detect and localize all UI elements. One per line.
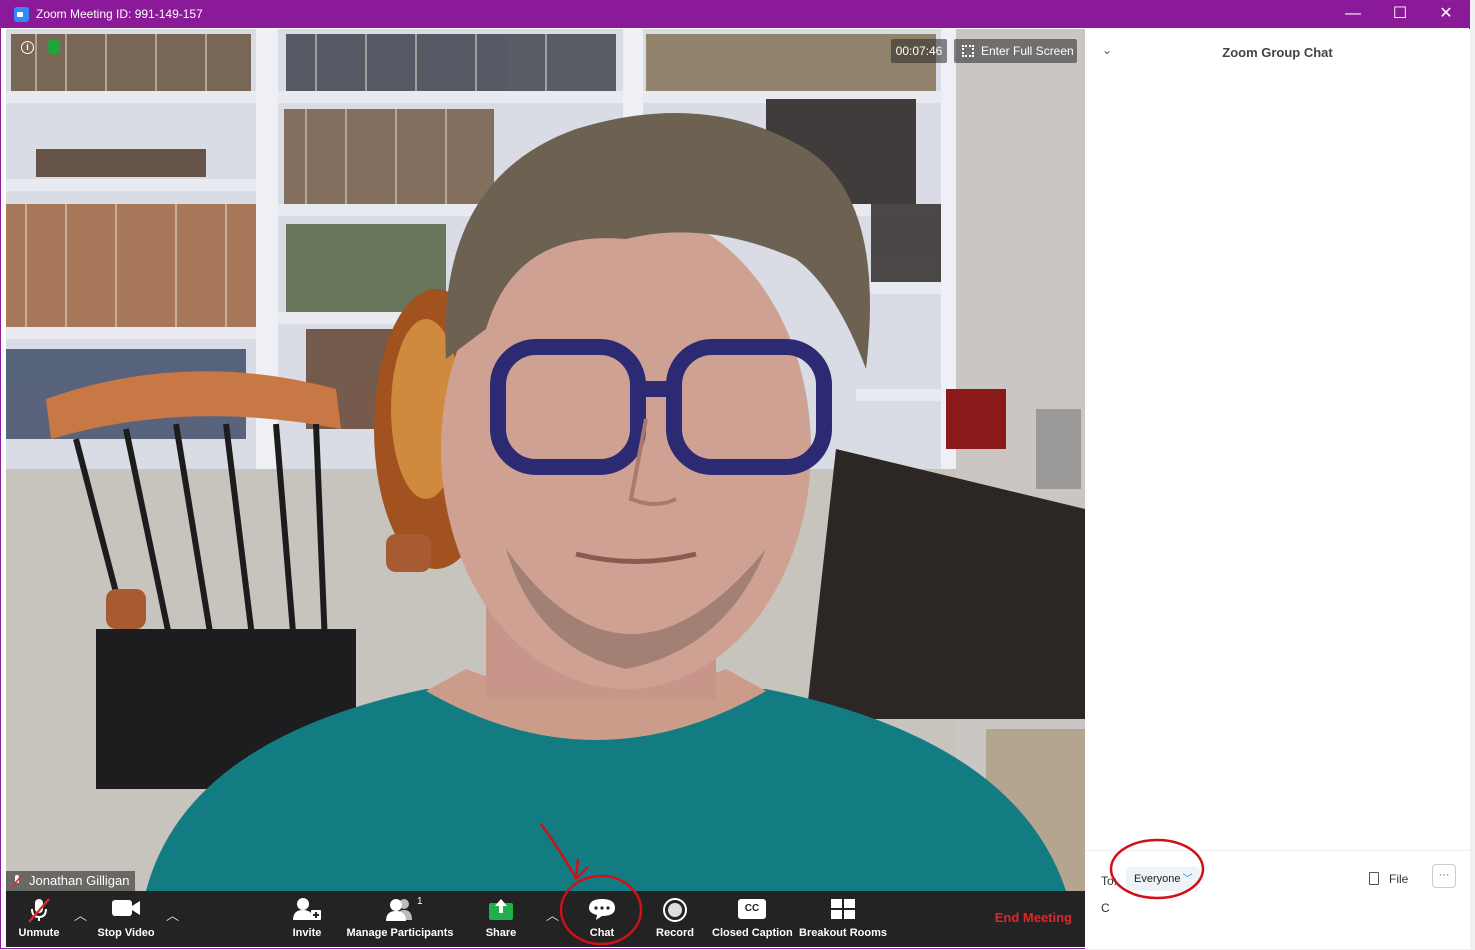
- video-options-caret-icon[interactable]: ︿: [166, 905, 179, 924]
- zoom-app-icon: [14, 7, 29, 22]
- invite-person-icon: [293, 898, 321, 920]
- invite-label: Invite: [292, 927, 322, 939]
- invite-button[interactable]: Invite: [284, 891, 330, 947]
- record-label: Record: [656, 927, 694, 939]
- share-screen-icon: [489, 899, 513, 920]
- file-label: File: [1389, 872, 1409, 886]
- file-icon: [1369, 872, 1379, 885]
- share-button[interactable]: Share: [476, 891, 526, 947]
- chat-message-input[interactable]: C: [1101, 901, 1110, 915]
- chat-panel: ⌄ Zoom Group Chat To: Everyone ﹀ File ···…: [1085, 29, 1470, 949]
- manage-participants-button[interactable]: 1 Manage Participants: [344, 891, 456, 947]
- chat-title: Zoom Group Chat: [1222, 45, 1333, 60]
- fullscreen-icon: [962, 45, 974, 57]
- zoom-window: Zoom Meeting ID: 991-149-157 — ☐ ✕ i 00:…: [0, 0, 1470, 949]
- participant-video-image: [6, 29, 1085, 891]
- video-feed: i 00:07:46 Enter Full Screen Jonathan Gi…: [6, 29, 1085, 891]
- microphone-muted-icon: [28, 898, 50, 923]
- close-button[interactable]: ✕: [1423, 1, 1469, 28]
- to-label: To:: [1101, 874, 1118, 888]
- encryption-shield-icon[interactable]: [48, 40, 60, 55]
- share-label: Share: [485, 927, 517, 939]
- more-options-button[interactable]: ···: [1432, 864, 1456, 888]
- share-options-caret-icon[interactable]: ︿: [546, 905, 559, 924]
- chat-button[interactable]: Chat: [576, 891, 628, 947]
- unmute-label: Unmute: [18, 927, 60, 939]
- video-camera-icon: [112, 900, 140, 916]
- meeting-timer: 00:07:46: [891, 39, 947, 63]
- breakout-rooms-icon: [831, 899, 855, 919]
- maximize-button[interactable]: ☐: [1377, 1, 1423, 28]
- meeting-info-icon[interactable]: i: [21, 41, 34, 54]
- recipient-dropdown[interactable]: Everyone ﹀: [1126, 867, 1201, 891]
- minimize-button[interactable]: —: [1330, 1, 1376, 28]
- stop-video-label: Stop Video: [97, 927, 155, 939]
- record-button[interactable]: Record: [651, 891, 699, 947]
- manage-participants-label: Manage Participants: [346, 927, 454, 939]
- window-title: Zoom Meeting ID: 991-149-157: [36, 7, 203, 21]
- recipient-value: Everyone: [1134, 873, 1181, 885]
- mic-muted-icon: [11, 874, 23, 888]
- participants-count-badge: 1: [417, 896, 423, 907]
- closed-caption-icon: CC: [738, 899, 766, 919]
- participant-name-tag: Jonathan Gilligan: [6, 871, 136, 891]
- enter-full-screen-button[interactable]: Enter Full Screen: [954, 39, 1077, 63]
- participant-name: Jonathan Gilligan: [29, 873, 130, 888]
- chat-bubble-icon: [589, 899, 615, 920]
- chat-label: Chat: [589, 927, 615, 939]
- breakout-rooms-button[interactable]: Breakout Rooms: [799, 891, 887, 947]
- unmute-button[interactable]: Unmute: [11, 891, 67, 947]
- chat-header: ⌄ Zoom Group Chat: [1085, 29, 1470, 75]
- fullscreen-label: Enter Full Screen: [981, 44, 1074, 58]
- stop-video-button[interactable]: Stop Video: [94, 891, 158, 947]
- chat-compose-area: To: Everyone ﹀ File ··· C: [1085, 850, 1470, 949]
- meeting-toolbar: Unmute ︿ Stop Video ︿ Invite 1 Manage Pa…: [6, 891, 1085, 947]
- title-bar: Zoom Meeting ID: 991-149-157 — ☐ ✕: [1, 1, 1469, 28]
- file-button[interactable]: File: [1369, 867, 1408, 891]
- chevron-down-icon: ﹀: [1182, 874, 1193, 885]
- participants-icon: [386, 899, 412, 921]
- breakout-rooms-label: Breakout Rooms: [799, 927, 888, 939]
- audio-options-caret-icon[interactable]: ︿: [74, 905, 87, 924]
- record-icon: [663, 898, 687, 922]
- closed-caption-label: Closed Caption: [712, 927, 793, 939]
- closed-caption-button[interactable]: CC Closed Caption: [712, 891, 793, 947]
- end-meeting-button[interactable]: End Meeting: [995, 910, 1072, 925]
